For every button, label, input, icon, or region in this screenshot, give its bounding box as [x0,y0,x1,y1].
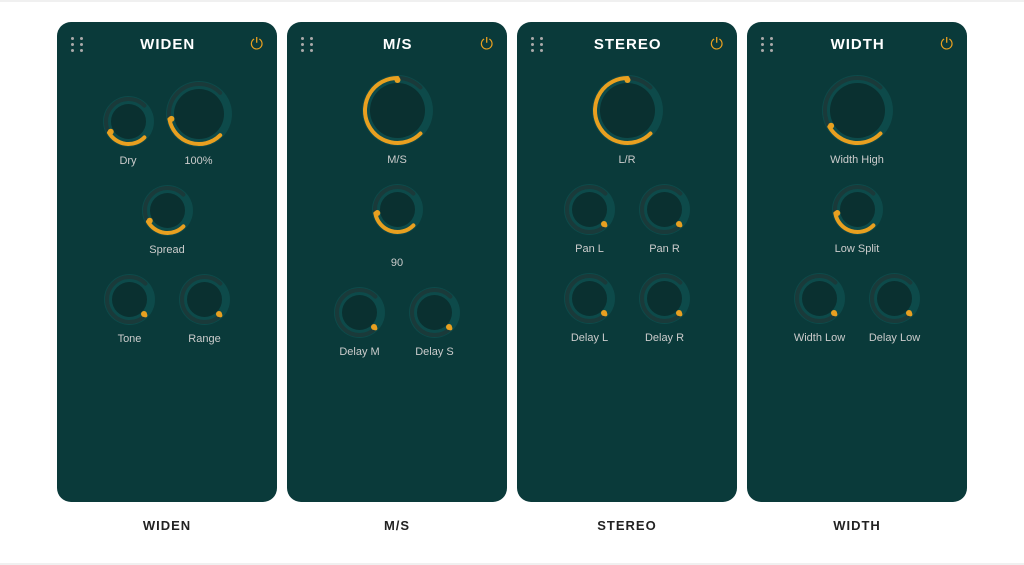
knob[interactable] [101,94,156,149]
power-icon[interactable]: ⏻ [480,37,493,53]
panel-widen: WIDEN ⏻ Dry [57,22,277,502]
knob-label: L/R [618,154,635,166]
knob-group-delay-r: Delay R [637,271,692,344]
panel-title: WIDTH [775,36,940,53]
knob[interactable] [792,271,847,326]
knob-label: Delay L [571,332,608,344]
knob-label: Range [188,333,220,345]
panel-header: M/S ⏻ [297,36,497,53]
knobs-area: Width High Low Split [757,65,957,344]
knob-row-single-value: 90 [370,182,425,269]
power-icon[interactable]: ⏻ [710,37,723,53]
knob[interactable] [637,271,692,326]
drag-handle [761,37,775,52]
panel-title: STEREO [545,36,710,53]
knob-group-spread: Spread [140,183,195,256]
knob[interactable] [820,73,895,148]
knob-group-width-high: Width High [820,73,895,166]
knob-label: Delay Low [869,332,920,344]
panel-header: WIDEN ⏻ [67,36,267,53]
panel-width: WIDTH ⏻ Width High [747,22,967,502]
knob-row-double: Width Low Delay Low [792,271,922,344]
footer-label-stereo: STEREO [517,518,737,533]
knob-group-100pct: 100% [164,79,234,167]
knobs-area: Dry 100% [67,65,267,345]
knob[interactable] [140,183,195,238]
panels-row: WIDEN ⏻ Dry [57,22,967,502]
knob-label: Pan L [575,243,604,255]
knob-label: Tone [118,333,142,345]
panel-stereo: STEREO ⏻ L/R [517,22,737,502]
main-container: WIDEN ⏻ Dry [0,2,1024,563]
knob-value-label: 100% [184,155,212,167]
knobs-area: M/S 90 [297,65,497,358]
drag-handle [531,37,545,52]
knob-row-single: Spread [140,183,195,256]
knob[interactable] [590,73,665,148]
drag-handle [71,37,85,52]
knob-label: Spread [149,244,184,256]
knob[interactable] [637,182,692,237]
knob-row-single: Low Split [830,182,885,255]
knob-group-delay-s: Delay S [407,285,462,358]
knobs-area: L/R Pan L [527,65,727,344]
knob[interactable] [102,272,157,327]
knob[interactable] [360,73,435,148]
knob-group-tone: Tone [102,272,157,345]
footer-label-widen: WIDEN [57,518,277,533]
power-icon[interactable]: ⏻ [250,37,263,53]
knob-label: Dry [119,155,136,167]
knob-row-double: Delay M Delay S [332,285,462,358]
panel-title: WIDEN [85,36,250,53]
panel-header: WIDTH ⏻ [757,36,957,53]
footer-label-width: WIDTH [747,518,967,533]
knob-group-m/s: M/S [360,73,435,166]
knob-group-delay-m: Delay M [332,285,387,358]
knob-row-double: Delay L Delay R [562,271,692,344]
knob[interactable] [830,182,885,237]
knob[interactable] [407,285,462,340]
knob[interactable] [562,182,617,237]
panel-header: STEREO ⏻ [527,36,727,53]
knob-label: Width High [830,154,884,166]
knob[interactable] [332,285,387,340]
knob-label: M/S [387,154,407,166]
knob[interactable] [164,79,234,149]
knob-row-single: M/S [360,73,435,166]
knob-row-single: L/R [590,73,665,166]
knob[interactable] [370,182,425,237]
knob-group-pan-l: Pan L [562,182,617,255]
knob-row-single: Width High [820,73,895,166]
knob-label: Delay S [415,346,454,358]
knob-row-widen-special: Dry 100% [101,69,234,167]
knob-group-delay-l: Delay L [562,271,617,344]
knob-row-double: Tone Range [102,272,232,345]
knob-group-low-split: Low Split [830,182,885,255]
knob-label: Low Split [835,243,880,255]
knob-group-range: Range [177,272,232,345]
knob[interactable] [177,272,232,327]
footer-label-ms: M/S [287,518,507,533]
knob-label: Delay M [339,346,379,358]
knob-group-dry: Dry [101,94,156,167]
knob-group-pan-r: Pan R [637,182,692,255]
knob-group-width-low: Width Low [792,271,847,344]
footer-labels-row: WIDEN M/S STEREO WIDTH [57,518,967,533]
drag-handle [301,37,315,52]
power-icon[interactable]: ⏻ [940,37,953,53]
knob[interactable] [867,271,922,326]
knob-label: Width Low [794,332,845,344]
knob-value: 90 [391,257,403,269]
knob-label: Pan R [649,243,680,255]
knob-group-delay-low: Delay Low [867,271,922,344]
panel-title: M/S [315,36,480,53]
knob-label: Delay R [645,332,684,344]
knob-row-double: Pan L Pan R [562,182,692,255]
knob[interactable] [562,271,617,326]
panel-ms: M/S ⏻ M/S [287,22,507,502]
knob-group-l/r: L/R [590,73,665,166]
